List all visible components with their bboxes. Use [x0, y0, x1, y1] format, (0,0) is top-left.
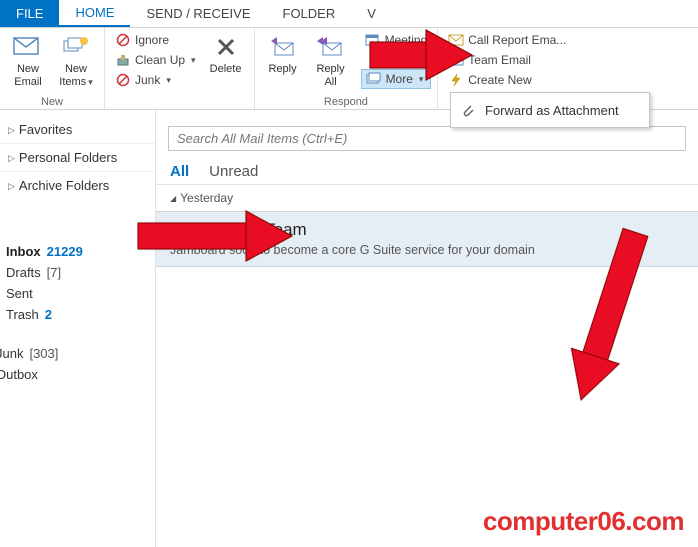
more-dropdown-menu: Forward as Attachment	[450, 92, 650, 128]
folder-name: Inbox	[6, 244, 41, 259]
watermark: computer06.com	[483, 506, 684, 537]
ribbon-group-new: New Email New Items New	[0, 28, 105, 109]
meeting-icon	[365, 32, 381, 48]
folder-count: [7]	[47, 265, 61, 280]
more-label: More	[386, 72, 413, 86]
message-preview: Jamboard soon to become a core G Suite s…	[170, 242, 684, 258]
folder-inbox[interactable]: Inbox 21229	[4, 241, 151, 262]
tab-file[interactable]: FILE	[0, 0, 59, 27]
content-area: Favorites Personal Folders Archive Folde…	[0, 110, 698, 547]
cleanup-button[interactable]: Clean Up	[111, 51, 200, 69]
date-group-label: Yesterday	[180, 191, 233, 205]
new-email-label: New Email	[14, 63, 42, 88]
reply-all-button[interactable]: Reply All	[309, 31, 353, 90]
folder-sidebar: Favorites Personal Folders Archive Folde…	[0, 110, 156, 547]
ribbon-group-respond-label: Respond	[261, 96, 432, 108]
forward-as-attachment-label: Forward as Attachment	[485, 103, 619, 118]
favorites-label: Favorites	[19, 122, 72, 137]
ribbon-group-delete: Ignore Clean Up Junk Delete	[105, 28, 255, 109]
archive-label: Archive Folders	[19, 178, 109, 193]
filter-bar: All Unread	[156, 159, 698, 185]
cleanup-icon	[115, 52, 131, 68]
tab-send-receive[interactable]: SEND / RECEIVE	[130, 0, 266, 27]
delete-icon	[210, 33, 242, 61]
envelope-icon	[12, 33, 44, 61]
sidebar-personal-folders[interactable]: Personal Folders	[0, 144, 155, 172]
tab-folder[interactable]: FOLDER	[267, 0, 352, 27]
delete-label: Delete	[210, 63, 242, 76]
folder-name: Sent	[6, 286, 33, 301]
folder-list: Inbox 21229 Drafts [7] Sent Trash 2 Junk [30…	[0, 239, 155, 387]
create-new-quickstep[interactable]: Create New	[444, 71, 570, 89]
envelope-small-icon	[448, 52, 464, 68]
new-email-button[interactable]: New Email	[6, 31, 50, 90]
ignore-icon	[115, 32, 131, 48]
meeting-label: Meeting	[385, 33, 428, 47]
filter-unread[interactable]: Unread	[209, 163, 258, 180]
junk-button[interactable]: Junk	[111, 71, 200, 89]
tab-view[interactable]: V	[351, 0, 392, 27]
folder-name: Drafts	[6, 265, 41, 280]
folder-junk[interactable]: Junk [303]	[0, 343, 151, 364]
folder-trash[interactable]: Trash 2	[4, 304, 151, 325]
message-from: The G Suite Team	[170, 220, 684, 240]
more-button[interactable]: More	[361, 69, 432, 89]
sidebar-favorites[interactable]: Favorites	[0, 116, 155, 144]
tab-bar: FILE HOME SEND / RECEIVE FOLDER V	[0, 0, 698, 28]
call-report-label: Call Report Ema...	[468, 33, 566, 47]
lightning-icon	[448, 72, 464, 88]
junk-icon	[115, 72, 131, 88]
reply-icon	[267, 33, 299, 61]
ribbon-group-respond: Reply Reply All Meeting More Respond	[255, 28, 439, 109]
tab-home[interactable]: HOME	[59, 0, 130, 27]
ignore-label: Ignore	[135, 33, 169, 47]
new-items-icon	[60, 33, 92, 61]
reply-all-label: Reply All	[317, 63, 345, 88]
folder-sent[interactable]: Sent	[4, 283, 151, 304]
envelope-small-icon	[448, 32, 464, 48]
forward-as-attachment-item[interactable]: Forward as Attachment	[451, 97, 649, 123]
attachment-icon	[459, 101, 477, 119]
team-email-label: Team Email	[468, 53, 531, 67]
filter-all[interactable]: All	[170, 163, 189, 180]
ignore-button[interactable]: Ignore	[111, 31, 200, 49]
folder-drafts[interactable]: Drafts [7]	[4, 262, 151, 283]
folder-count: 21229	[47, 244, 83, 259]
reply-label: Reply	[269, 63, 297, 76]
call-report-quickstep[interactable]: Call Report Ema...	[444, 31, 570, 49]
reply-all-icon	[315, 33, 347, 61]
date-group-yesterday[interactable]: Yesterday	[156, 185, 698, 211]
new-items-button[interactable]: New Items	[54, 31, 98, 90]
folder-name: Trash	[6, 307, 39, 322]
folder-count: [303]	[29, 346, 58, 361]
ribbon-group-delete-label	[111, 96, 248, 108]
delete-button[interactable]: Delete	[204, 31, 248, 78]
junk-label: Junk	[135, 73, 160, 87]
message-item[interactable]: The G Suite Team Jamboard soon to become…	[156, 211, 698, 267]
ribbon-group-new-label: New	[6, 96, 98, 108]
more-icon	[366, 71, 382, 87]
cleanup-label: Clean Up	[135, 53, 185, 67]
reply-button[interactable]: Reply	[261, 31, 305, 78]
folder-name: Outbox	[0, 367, 38, 382]
message-list-pane: Search All Mail Items (Ctrl+E) All Unrea…	[156, 110, 698, 547]
folder-count: 2	[45, 307, 52, 322]
new-items-label: New Items	[59, 63, 92, 88]
folder-name: Junk	[0, 346, 23, 361]
folder-outbox[interactable]: Outbox	[0, 364, 151, 385]
personal-label: Personal Folders	[19, 150, 117, 165]
search-input[interactable]: Search All Mail Items (Ctrl+E)	[168, 126, 686, 151]
sidebar-archive-folders[interactable]: Archive Folders	[0, 172, 155, 199]
team-email-quickstep[interactable]: Team Email	[444, 51, 570, 69]
create-new-label: Create New	[468, 73, 531, 87]
meeting-button[interactable]: Meeting	[361, 31, 432, 49]
